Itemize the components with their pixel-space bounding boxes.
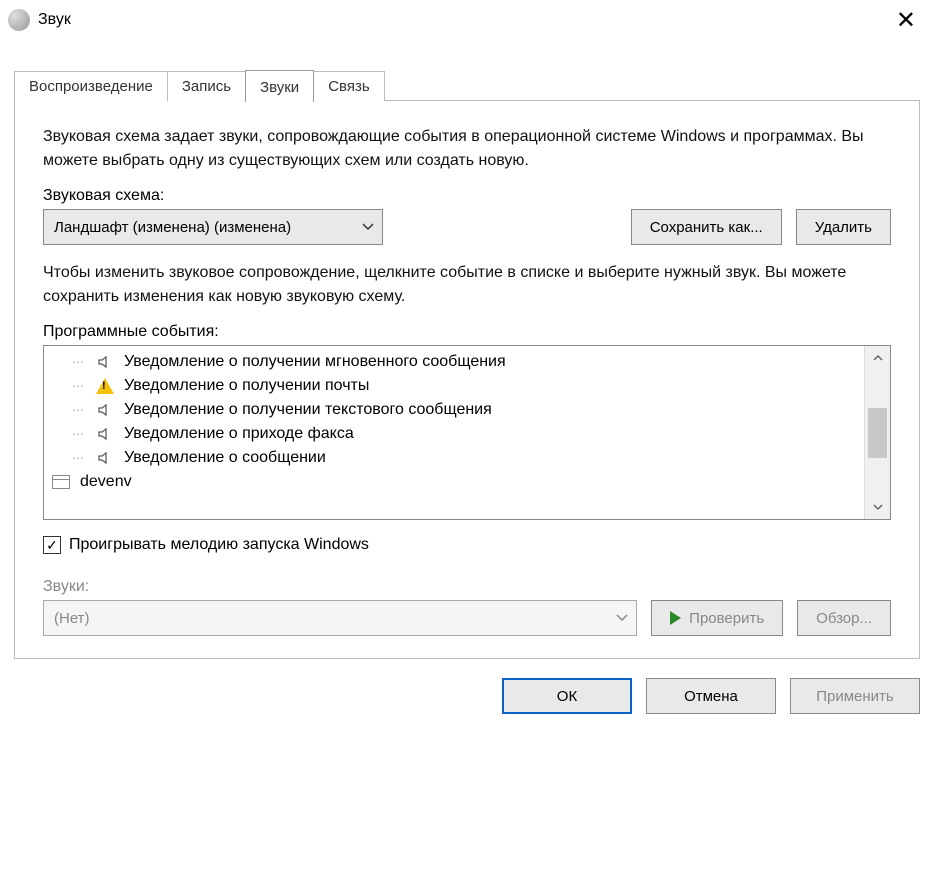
speaker-icon	[96, 353, 114, 371]
scheme-label: Звуковая схема:	[43, 187, 891, 205]
tab-recording[interactable]: Запись	[167, 71, 246, 101]
chevron-down-icon	[362, 223, 374, 231]
apply-button[interactable]: Применить	[790, 678, 920, 714]
tab-playback[interactable]: Воспроизведение	[14, 71, 168, 101]
window-icon	[52, 475, 70, 489]
events-listbox[interactable]: ⋯Уведомление о получении мгновенного соо…	[43, 345, 891, 520]
play-icon	[670, 611, 681, 625]
chevron-down-icon	[616, 614, 628, 622]
event-label: devenv	[80, 473, 132, 491]
warning-icon	[96, 378, 114, 394]
save-as-button[interactable]: Сохранить как...	[631, 209, 782, 245]
sounds-label: Звуки:	[43, 578, 891, 596]
startup-sound-label: Проигрывать мелодию запуска Windows	[69, 536, 369, 554]
cancel-button[interactable]: Отмена	[646, 678, 776, 714]
event-label: Уведомление о получении почты	[124, 377, 369, 395]
events-label: Программные события:	[43, 323, 891, 341]
titlebar: Звук ✕	[0, 0, 934, 40]
scroll-down-button[interactable]	[865, 495, 890, 519]
event-label: Уведомление о получении мгновенного сооб…	[124, 353, 506, 371]
dialog-footer: ОК Отмена Применить	[0, 660, 934, 714]
scheme-combobox[interactable]: Ландшафт (изменена) (изменена)	[43, 209, 383, 245]
startup-sound-checkbox[interactable]: ✓	[43, 536, 61, 554]
event-label: Уведомление о сообщении	[124, 449, 326, 467]
test-button[interactable]: Проверить	[651, 600, 783, 636]
sounds-combobox[interactable]: (Нет)	[43, 600, 637, 636]
tab-communications[interactable]: Связь	[313, 71, 384, 101]
scroll-thumb[interactable]	[868, 408, 887, 458]
speaker-icon	[96, 449, 114, 467]
scroll-up-button[interactable]	[865, 346, 890, 370]
event-label: Уведомление о получении текстового сообщ…	[124, 401, 492, 419]
tab-strip: Воспроизведение Запись Звуки Связь	[14, 70, 934, 101]
sounds-value: (Нет)	[54, 610, 90, 627]
scroll-track[interactable]	[865, 370, 890, 495]
ok-button[interactable]: ОК	[502, 678, 632, 714]
event-item[interactable]: devenv	[52, 470, 864, 494]
scheme-value: Ландшафт (изменена) (изменена)	[54, 219, 291, 236]
event-item[interactable]: ⋯Уведомление о сообщении	[52, 446, 864, 470]
speaker-icon	[96, 425, 114, 443]
event-item[interactable]: ⋯Уведомление о получении мгновенного соо…	[52, 350, 864, 374]
tab-sounds[interactable]: Звуки	[245, 70, 314, 102]
tab-panel: Звуковая схема задает звуки, сопровождаю…	[14, 100, 920, 659]
app-icon	[8, 9, 30, 31]
scheme-description: Звуковая схема задает звуки, сопровождаю…	[43, 125, 891, 173]
event-item[interactable]: ⋯Уведомление о получении текстового сооб…	[52, 398, 864, 422]
browse-button[interactable]: Обзор...	[797, 600, 891, 636]
scrollbar[interactable]	[864, 346, 890, 519]
speaker-icon	[96, 401, 114, 419]
close-button[interactable]: ✕	[888, 6, 924, 35]
window-title: Звук	[38, 11, 71, 29]
events-description: Чтобы изменить звуковое сопровождение, щ…	[43, 261, 891, 309]
delete-button[interactable]: Удалить	[796, 209, 891, 245]
event-item[interactable]: ⋯Уведомление о приходе факса	[52, 422, 864, 446]
event-label: Уведомление о приходе факса	[124, 425, 354, 443]
event-item[interactable]: ⋯Уведомление о получении почты	[52, 374, 864, 398]
